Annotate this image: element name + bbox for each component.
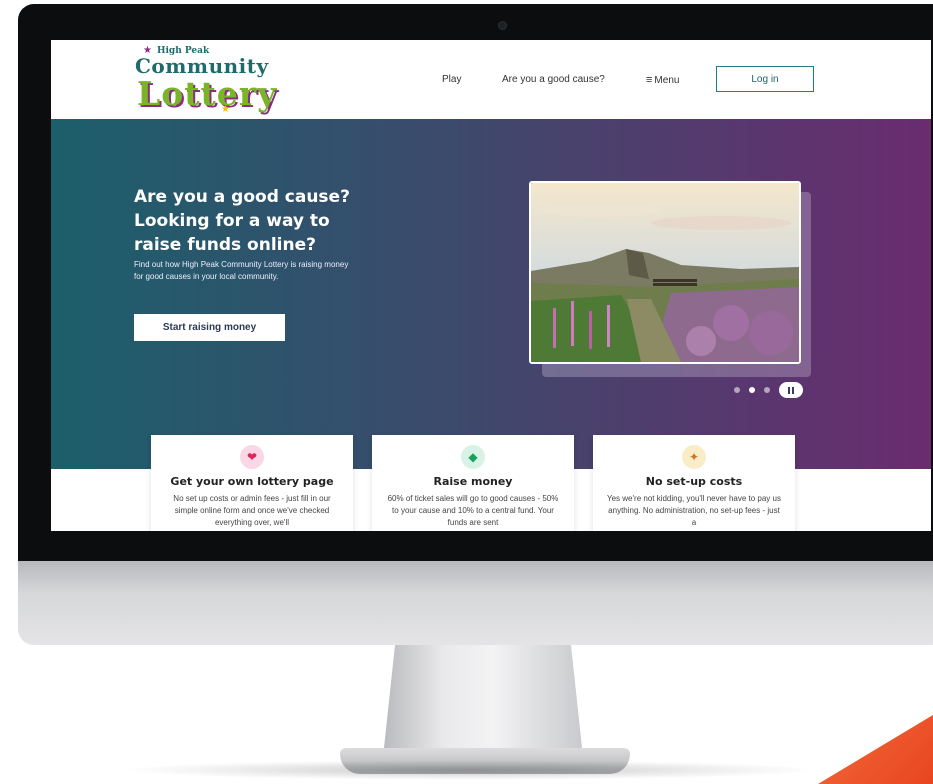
star-icon: ★ [221, 104, 230, 115]
card-text: 60% of ticket sales will go to good caus… [387, 494, 559, 527]
card-title: Raise money [433, 475, 513, 488]
website-screen: ★ High Peak Community Lottery ★ Play Are… [51, 40, 931, 531]
hamburger-icon: ≡ [646, 74, 653, 86]
hero-section: Are you a good cause? Looking for a way … [51, 119, 931, 469]
heart-icon: ❤ [240, 445, 264, 469]
carousel-dot-active[interactable] [749, 387, 755, 393]
start-raising-button[interactable]: Start raising money [134, 314, 285, 341]
pause-icon [788, 386, 790, 394]
card-title: No set-up costs [645, 475, 743, 488]
login-button[interactable]: Log in [716, 66, 814, 92]
camera-icon [498, 21, 507, 30]
hero-subtitle: Find out how High Peak Community Lottery… [134, 260, 349, 281]
hero-title: Are you a good cause? Looking for a way … [134, 187, 350, 255]
carousel-dot[interactable] [764, 387, 770, 393]
carousel-image [529, 181, 801, 364]
carousel-dot[interactable] [734, 387, 740, 393]
logo-line-3: Lottery [137, 74, 278, 113]
monitor-stand [383, 645, 583, 757]
feature-card-no-costs: ✦ No set-up costs Yes we're not kidding,… [593, 435, 795, 531]
pause-icon-bar [792, 386, 794, 394]
landscape-photo [531, 183, 799, 362]
pause-button[interactable] [779, 382, 803, 398]
card-title: Get your own lottery page [170, 475, 334, 488]
nav-menu-label: Menu [654, 75, 680, 86]
monitor-chin [18, 561, 933, 645]
carousel-controls [734, 382, 803, 398]
nav-play[interactable]: Play [442, 74, 461, 85]
site-header: ★ High Peak Community Lottery ★ Play Are… [51, 40, 931, 119]
card-text: No set up costs or admin fees - just fil… [173, 494, 331, 527]
card-text: Yes we're not kidding, you'll never have… [607, 494, 781, 527]
decorative-corner-shape [818, 712, 933, 784]
site-logo[interactable]: ★ High Peak Community Lottery ★ [135, 45, 276, 115]
nav-good-cause[interactable]: Are you a good cause? [502, 74, 605, 85]
money-icon: ◆ [461, 445, 485, 469]
feature-card-lottery-page: ❤ Get your own lottery page No set up co… [151, 435, 353, 531]
feature-card-raise-money: ◆ Raise money 60% of ticket sales will g… [372, 435, 574, 531]
party-icon: ✦ [682, 445, 706, 469]
nav-menu[interactable]: ≡ Menu [646, 74, 679, 86]
floor-shadow [120, 760, 820, 780]
